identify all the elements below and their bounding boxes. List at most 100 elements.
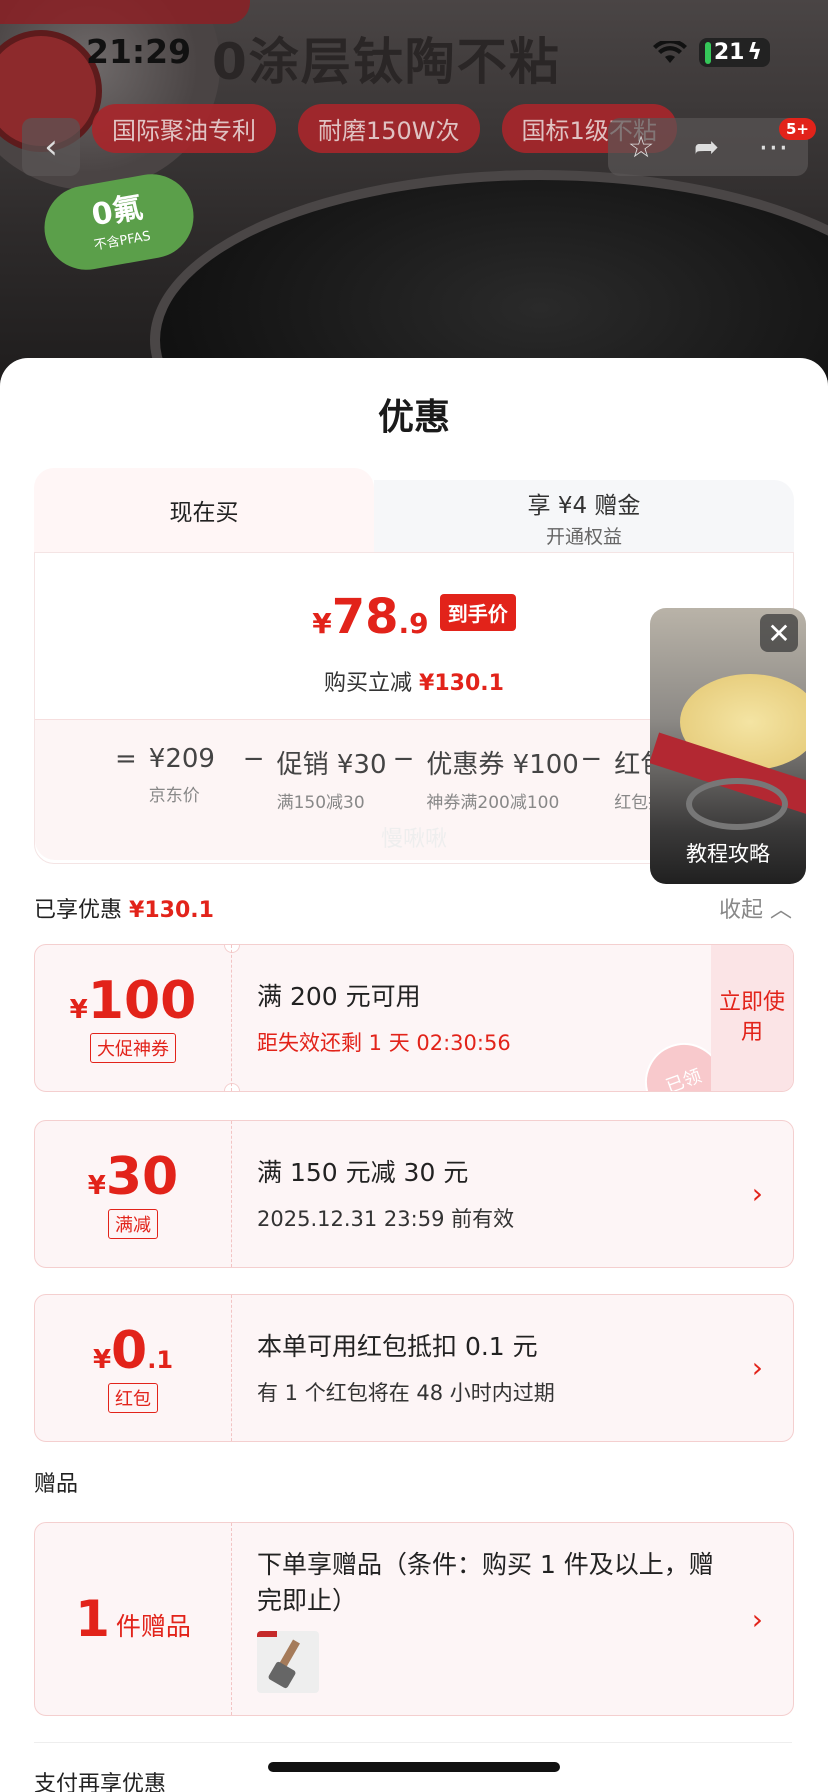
section-divider [34,1742,792,1743]
breakdown-value: 优惠券 ¥100 [426,750,579,780]
top-action-bar: ☆ ➦ ⋯ [608,118,808,176]
breakdown-value: 促销 ¥30 [276,750,387,780]
coupon-amount-panel: ¥100 大促神券 [35,945,232,1091]
gift-card[interactable]: 1 件赠品 下单享赠品（条件：购买 1 件及以上，赠完即止） › [34,1522,794,1716]
cart-count-badge: 5+ [778,118,816,140]
coupon-card-full-reduction[interactable]: ¥30 满减 满 150 元减 30 元 2025.12.31 23:59 前有… [34,1120,794,1268]
status-icons: 21 ϟ [652,38,770,67]
gift-thumbnail[interactable] [257,1631,319,1693]
coupon-number: 0 [111,1321,148,1381]
breakdown-label: 京东价 [148,786,200,806]
final-price-badge: 到手价 [439,594,516,631]
coupon-tag: 满减 [108,1209,158,1239]
gift-brand-mark [257,1631,277,1637]
chevron-right-icon[interactable]: › [752,1603,763,1636]
chevron-up-icon: ︿ [769,898,792,923]
share-icon[interactable]: ➦ [694,130,719,165]
coupon-countdown: 距失效还剩 1 天 02:30:56 [257,1031,511,1055]
minus-sign: − [392,744,415,774]
sheet-title: 优惠 [377,397,450,438]
star-icon[interactable]: ☆ [628,130,655,165]
collapse-button[interactable]: 收起 ︿ [719,892,792,924]
coupon-card-big-promo[interactable]: ¥100 大促神券 满 200 元可用 距失效还剩 1 天 02:30:56 已… [34,944,794,1092]
feature-tag: 耐磨150W次 [298,104,480,153]
video-thumbnail-stove [686,778,788,830]
tab-vip-benefit[interactable]: 享 ¥4 赠金 开通权益 [374,480,794,552]
coupon-tag: 红包 [108,1383,158,1413]
coupon-amount: ¥0.1 [35,1321,231,1381]
gift-unit: 件赠品 [115,1612,191,1641]
coupon-body: 满 150 元减 30 元 2025.12.31 23:59 前有效 [257,1153,514,1233]
top-brand-badge [0,0,250,24]
coupon-validity: 2025.12.31 23:59 前有效 [257,1207,515,1231]
breakdown-promotion: 促销 ¥30 满150减30 [276,744,387,815]
vip-bonus-text: 享 ¥4 赠金 [527,493,641,519]
status-time: 21:29 [86,32,192,71]
enjoyed-value: ¥130.1 [129,898,214,923]
enjoyed-label: 已享优惠 [34,898,123,923]
gift-description: 下单享赠品（条件：购买 1 件及以上，赠完即止） [257,1550,714,1615]
coupon-amount: ¥100 [35,971,231,1031]
battery-indicator: 21 ϟ [698,38,770,67]
breakdown-coupon: 优惠券 ¥100 神券满200减100 [426,744,579,815]
battery-percent: 21 [713,40,745,65]
breakdown-value: ¥209 [148,744,215,774]
instant-discount-label: 购买立减 [324,671,413,696]
coupon-title: 满 200 元可用 [257,982,421,1011]
pay-more-title: 支付再享优惠 [34,1772,167,1792]
minus-sign: − [580,744,603,774]
tutorial-video[interactable]: ✕ 教程攻略 [650,608,806,884]
charging-icon: ϟ [747,40,762,65]
price-integer: 78 [331,589,399,645]
chevron-right-icon[interactable]: › [752,1177,763,1210]
coupon-amount-panel: ¥30 满减 [35,1121,232,1267]
breakdown-label: 神券满200减100 [426,793,560,813]
use-now-button[interactable]: 立即使用 [711,945,793,1091]
coupon-amount-panel: ¥0.1 红包 [35,1295,232,1441]
coupon-body: 本单可用红包抵扣 0.1 元 有 1 个红包将在 48 小时内过期 [257,1327,555,1407]
home-indicator[interactable] [268,1762,560,1772]
enjoyed-discount: 已享优惠 ¥130.1 [34,892,214,924]
coupon-number: 30 [105,1147,179,1207]
spatula-head [267,1660,297,1690]
coupon-title: 满 150 元减 30 元 [257,1158,469,1187]
coupon-currency: ¥ [92,1345,112,1375]
back-button[interactable]: ‹ [22,118,80,176]
product-feature-tags: 国际聚油专利 耐磨150W次 国标1级不粘 [92,104,677,153]
feature-tag: 国际聚油专利 [92,104,276,153]
pan-image [150,170,828,380]
equals-sign: = [115,744,137,774]
price-currency: ¥ [312,607,332,640]
wifi-icon [652,40,687,63]
coupon-decimal: .1 [147,1346,174,1374]
coupon-currency: ¥ [69,995,88,1025]
breakdown-jd-price: ¥209 京东价 [149,744,231,808]
chevron-left-icon: ‹ [44,127,58,167]
coupon-body: 满 200 元可用 距失效还剩 1 天 02:30:56 [257,977,511,1057]
coupon-number: 100 [87,971,197,1031]
close-icon[interactable]: ✕ [760,614,798,652]
vip-open-text: 开通权益 [545,526,622,548]
chevron-right-icon[interactable]: › [752,1351,763,1384]
instant-discount-value: ¥130.1 [419,671,504,696]
coupon-amount: ¥30 [35,1147,231,1207]
gift-count: 1 [75,1590,110,1648]
product-headline: 0涂层钛陶不粘 [212,33,561,91]
coupon-title: 本单可用红包抵扣 0.1 元 [257,1332,538,1361]
coupon-card-red-packet[interactable]: ¥0.1 红包 本单可用红包抵扣 0.1 元 有 1 个红包将在 48 小时内过… [34,1294,794,1442]
tab-buy-now[interactable]: 现在买 [34,468,374,552]
breakdown-label: 满150减30 [276,793,365,813]
collapse-label: 收起 [718,898,763,923]
breakdown-row: = ¥209 京东价 − 促销 ¥30 满150减30 − 优惠券 ¥100 神… [115,744,732,815]
tutorial-label: 教程攻略 [686,842,770,866]
coupon-expiry-note: 有 1 个红包将在 48 小时内过期 [257,1381,555,1405]
gift-section-title: 赠品 [34,1472,79,1497]
discount-sheet: 优惠 现在买 享 ¥4 赠金 开通权益 ¥78.9 到手价 购买立减 ¥130.… [0,358,828,1792]
battery-level-icon [704,41,711,64]
gift-count-panel: 1 件赠品 [35,1523,232,1715]
minus-sign: − [242,744,265,774]
coupon-tag: 大促神券 [90,1033,176,1063]
coupon-currency: ¥ [87,1171,106,1201]
purchase-tabs: 现在买 享 ¥4 赠金 开通权益 [34,468,794,552]
price-decimal: .9 [398,607,429,640]
